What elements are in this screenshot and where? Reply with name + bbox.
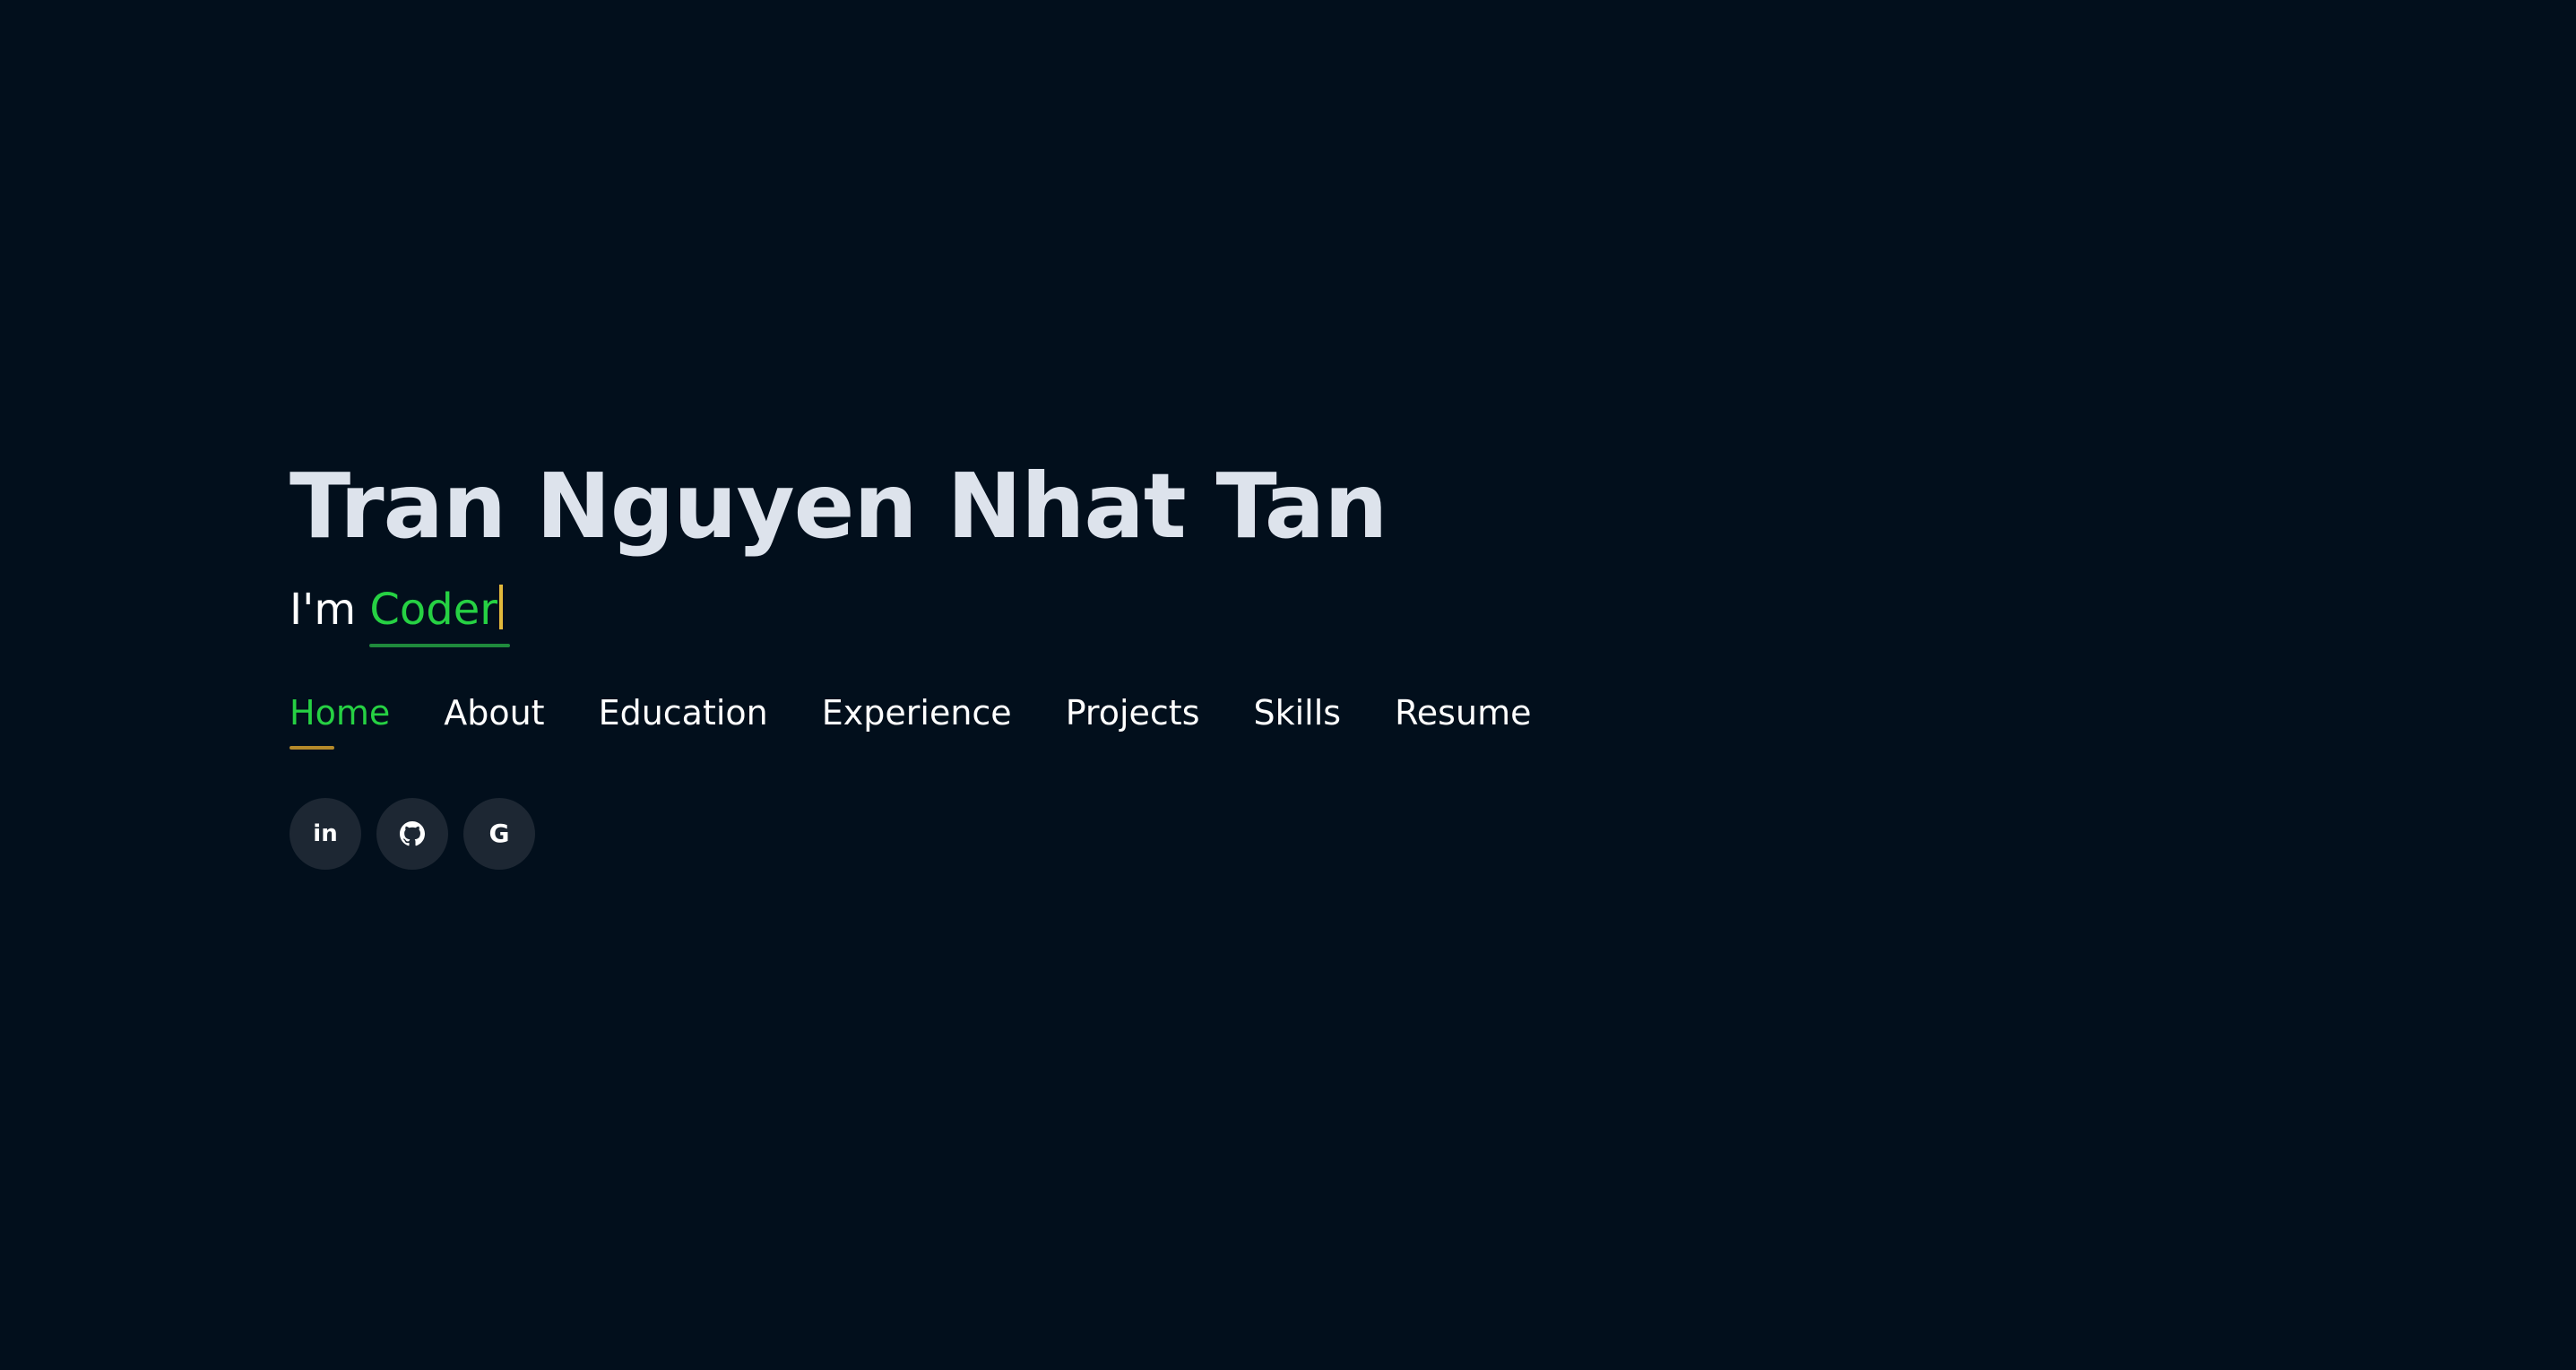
nav-item-about[interactable]: About — [444, 690, 544, 735]
tagline: I'm Coder — [290, 581, 1531, 647]
tagline-role-text: Coder — [369, 585, 497, 635]
nav-item-home[interactable]: Home — [290, 690, 390, 750]
main-nav: Home About Education Experience Projects… — [290, 690, 1531, 750]
typing-cursor — [499, 585, 503, 629]
github-button[interactable] — [376, 798, 448, 870]
tagline-role: Coder — [369, 581, 510, 647]
nav-item-education[interactable]: Education — [599, 690, 768, 735]
google-icon: G — [488, 819, 510, 848]
linkedin-button[interactable]: in — [290, 798, 361, 870]
nav-item-resume[interactable]: Resume — [1395, 690, 1531, 735]
github-icon — [400, 821, 425, 846]
tagline-prefix: I'm — [290, 585, 370, 635]
hero-section: Tran Nguyen Nhat Tan I'm Coder Home Abou… — [290, 448, 1531, 870]
social-links: in G — [290, 798, 1531, 870]
linkedin-icon: in — [313, 820, 338, 847]
nav-item-projects[interactable]: Projects — [1066, 690, 1200, 735]
nav-item-experience[interactable]: Experience — [822, 690, 1012, 735]
google-button[interactable]: G — [463, 798, 535, 870]
nav-item-skills[interactable]: Skills — [1254, 690, 1342, 735]
page-title: Tran Nguyen Nhat Tan — [290, 454, 1387, 559]
